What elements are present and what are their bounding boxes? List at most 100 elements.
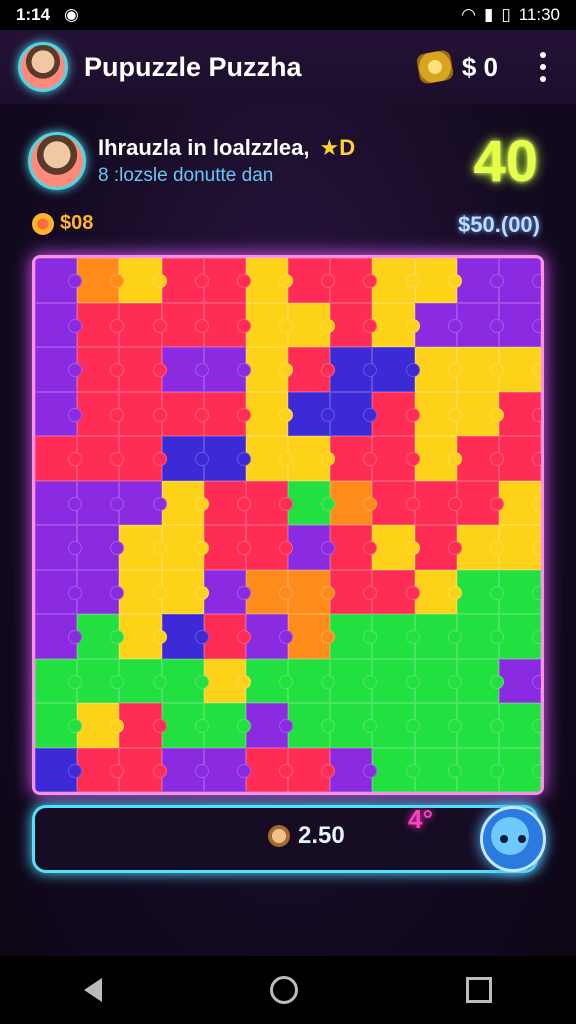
puzzle-piece[interactable]: [245, 436, 294, 481]
puzzle-piece[interactable]: [77, 569, 125, 614]
puzzle-piece[interactable]: [161, 391, 209, 436]
puzzle-piece[interactable]: [161, 703, 209, 748]
puzzle-piece[interactable]: [35, 614, 83, 659]
puzzle-piece[interactable]: [330, 480, 378, 525]
puzzle-piece[interactable]: [456, 480, 505, 525]
puzzle-piece[interactable]: [330, 614, 378, 659]
puzzle-piece[interactable]: [498, 614, 541, 659]
puzzle-piece[interactable]: [456, 525, 505, 570]
puzzle-piece[interactable]: [498, 480, 541, 525]
puzzle-piece[interactable]: [245, 258, 294, 303]
puzzle-piece[interactable]: [372, 391, 420, 436]
puzzle-piece[interactable]: [161, 747, 209, 792]
puzzle-piece[interactable]: [35, 258, 83, 303]
player-avatar[interactable]: [28, 132, 86, 190]
puzzle-piece[interactable]: [456, 614, 505, 659]
puzzle-piece[interactable]: [498, 347, 541, 392]
puzzle-piece[interactable]: [372, 747, 420, 792]
puzzle-piece[interactable]: [498, 569, 541, 614]
puzzle-piece[interactable]: [498, 525, 541, 570]
puzzle-piece[interactable]: [456, 703, 505, 748]
puzzle-piece[interactable]: [119, 391, 167, 436]
puzzle-piece[interactable]: [456, 347, 505, 392]
puzzle-piece[interactable]: [203, 525, 252, 570]
user-avatar[interactable]: [18, 42, 68, 92]
puzzle-piece[interactable]: [372, 525, 420, 570]
puzzle-piece[interactable]: [161, 258, 209, 303]
recent-apps-icon[interactable]: [466, 977, 492, 1003]
puzzle-piece[interactable]: [372, 658, 420, 703]
puzzle-piece[interactable]: [35, 658, 83, 703]
puzzle-piece[interactable]: [330, 258, 378, 303]
puzzle-piece[interactable]: [119, 658, 167, 703]
puzzle-piece[interactable]: [119, 614, 167, 659]
puzzle-piece[interactable]: [77, 258, 125, 303]
puzzle-piece[interactable]: [498, 391, 541, 436]
puzzle-piece[interactable]: [245, 480, 294, 525]
puzzle-piece[interactable]: [414, 480, 462, 525]
puzzle-piece[interactable]: [203, 703, 252, 748]
puzzle-piece[interactable]: [498, 302, 541, 347]
puzzle-piece[interactable]: [330, 703, 378, 748]
puzzle-piece[interactable]: [414, 436, 462, 481]
puzzle-piece[interactable]: [372, 614, 420, 659]
puzzle-piece[interactable]: [245, 391, 294, 436]
puzzle-piece[interactable]: [161, 614, 209, 659]
puzzle-piece[interactable]: [288, 258, 336, 303]
puzzle-piece[interactable]: [245, 614, 294, 659]
puzzle-piece[interactable]: [203, 480, 252, 525]
puzzle-piece[interactable]: [414, 703, 462, 748]
puzzle-piece[interactable]: [414, 525, 462, 570]
puzzle-piece[interactable]: [330, 525, 378, 570]
puzzle-piece[interactable]: [77, 658, 125, 703]
puzzle-piece[interactable]: [119, 703, 167, 748]
puzzle-piece[interactable]: [203, 258, 252, 303]
puzzle-piece[interactable]: [330, 569, 378, 614]
puzzle-piece[interactable]: [372, 703, 420, 748]
puzzle-piece[interactable]: [288, 347, 336, 392]
puzzle-piece[interactable]: [161, 569, 209, 614]
puzzle-piece[interactable]: [498, 658, 541, 703]
puzzle-piece[interactable]: [77, 391, 125, 436]
puzzle-piece[interactable]: [35, 480, 83, 525]
puzzle-piece[interactable]: [330, 347, 378, 392]
puzzle-piece[interactable]: [288, 391, 336, 436]
puzzle-piece[interactable]: [288, 480, 336, 525]
puzzle-piece[interactable]: [161, 658, 209, 703]
puzzle-piece[interactable]: [456, 258, 505, 303]
puzzle-piece[interactable]: [330, 391, 378, 436]
puzzle-piece[interactable]: [498, 436, 541, 481]
puzzle-piece[interactable]: [203, 302, 252, 347]
puzzle-piece[interactable]: [372, 480, 420, 525]
puzzle-piece[interactable]: [203, 436, 252, 481]
puzzle-piece[interactable]: [77, 480, 125, 525]
monster-button[interactable]: [480, 806, 546, 872]
puzzle-piece[interactable]: [372, 569, 420, 614]
puzzle-piece[interactable]: [245, 703, 294, 748]
puzzle-piece[interactable]: [161, 302, 209, 347]
puzzle-piece[interactable]: [414, 347, 462, 392]
puzzle-piece[interactable]: [35, 436, 83, 481]
puzzle-piece[interactable]: [35, 569, 83, 614]
puzzle-piece[interactable]: [372, 258, 420, 303]
puzzle-piece[interactable]: [119, 525, 167, 570]
puzzle-piece[interactable]: [245, 569, 294, 614]
puzzle-piece[interactable]: [414, 747, 462, 792]
puzzle-piece[interactable]: [77, 347, 125, 392]
puzzle-piece[interactable]: [498, 747, 541, 792]
puzzle-piece[interactable]: [330, 302, 378, 347]
puzzle-piece[interactable]: [35, 302, 83, 347]
puzzle-piece[interactable]: [245, 347, 294, 392]
puzzle-piece[interactable]: [456, 569, 505, 614]
puzzle-piece[interactable]: [77, 525, 125, 570]
puzzle-piece[interactable]: [161, 347, 209, 392]
puzzle-piece[interactable]: [414, 614, 462, 659]
puzzle-piece[interactable]: [245, 658, 294, 703]
puzzle-piece[interactable]: [35, 747, 83, 792]
puzzle-piece[interactable]: [288, 569, 336, 614]
puzzle-piece[interactable]: [498, 258, 541, 303]
puzzle-piece[interactable]: [456, 658, 505, 703]
puzzle-piece[interactable]: [203, 569, 252, 614]
puzzle-piece[interactable]: [119, 436, 167, 481]
puzzle-piece[interactable]: [414, 258, 462, 303]
